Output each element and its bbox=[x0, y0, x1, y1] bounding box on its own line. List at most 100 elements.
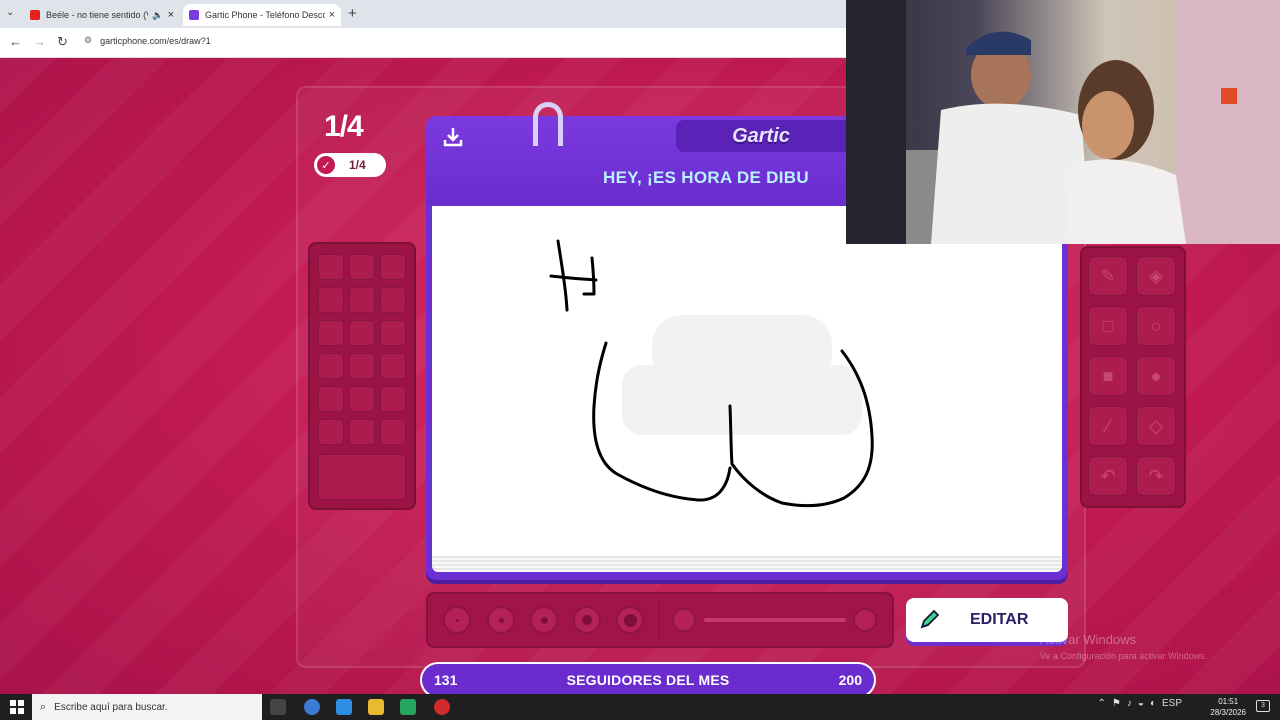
color-swatch[interactable] bbox=[380, 320, 406, 346]
back-arrow-icon[interactable]: ← bbox=[9, 34, 22, 49]
color-swatch[interactable] bbox=[349, 386, 375, 412]
color-swatch[interactable] bbox=[318, 254, 344, 280]
close-tab-icon[interactable]: × bbox=[168, 9, 174, 21]
search-icon: ⌕ bbox=[40, 700, 47, 713]
new-tab-plus-icon[interactable]: + bbox=[348, 5, 357, 22]
brush-size-2[interactable] bbox=[487, 606, 515, 634]
round-progress-pill: ✓ 1/4 bbox=[314, 153, 386, 177]
brush-size-3[interactable] bbox=[530, 606, 558, 634]
obs-icon[interactable] bbox=[434, 699, 450, 715]
opacity-slider-handle[interactable] bbox=[853, 608, 877, 632]
opacity-slider-track[interactable] bbox=[704, 618, 846, 622]
redo-icon[interactable]: ↷ bbox=[1136, 456, 1176, 496]
clip-decoration bbox=[533, 102, 563, 146]
activate-windows-watermark: Activar Windows Ve a Configuración para … bbox=[1040, 632, 1207, 661]
check-icon: ✓ bbox=[317, 156, 335, 174]
user-drawing bbox=[549, 239, 874, 508]
rectangle-tool-icon[interactable]: □ bbox=[1088, 306, 1128, 346]
activate-windows-subtitle: Ve a Configuración para activar Windows. bbox=[1040, 651, 1208, 661]
webcam-people-image bbox=[846, 0, 1280, 244]
file-explorer-icon[interactable] bbox=[368, 699, 384, 715]
color-swatch[interactable] bbox=[349, 320, 375, 346]
color-swatch[interactable] bbox=[380, 386, 406, 412]
ellipse-tool-icon[interactable]: ○ bbox=[1136, 306, 1176, 346]
tab-search-chevron-icon[interactable]: ⌄ bbox=[6, 7, 14, 18]
browser-tab-strip: ⌄ Beéle - no tiene sentido (Vi 🔈 × Garti… bbox=[0, 0, 846, 28]
color-swatch[interactable] bbox=[318, 320, 344, 346]
brush-size-5[interactable] bbox=[616, 606, 644, 634]
reload-icon[interactable]: ↻ bbox=[57, 34, 68, 50]
network-icon[interactable]: ⚑ bbox=[1112, 698, 1121, 709]
tab-youtube[interactable]: Beéle - no tiene sentido (Vi 🔈 × bbox=[24, 4, 180, 26]
tool-panel: ✎ ◈ □ ○ ■ ● ∕ ◇ ↶ ↷ bbox=[1080, 246, 1186, 508]
task-view-icon[interactable] bbox=[270, 699, 286, 715]
search-placeholder: Escribe aquí para buscar. bbox=[54, 701, 168, 713]
brush-size-1[interactable] bbox=[443, 606, 471, 634]
color-swatch[interactable] bbox=[380, 254, 406, 280]
site-info-icon[interactable]: ⚙ bbox=[84, 35, 92, 46]
color-swatch[interactable] bbox=[380, 353, 406, 379]
download-icon[interactable] bbox=[442, 126, 464, 148]
notification-count: 3 bbox=[1261, 702, 1265, 709]
tab-gartic[interactable]: Gartic Phone - Teléfono Descor × bbox=[183, 4, 341, 26]
color-swatch[interactable] bbox=[318, 287, 344, 313]
followers-label: SEGUIDORES DEL MES bbox=[566, 672, 730, 688]
opacity-min-knob bbox=[672, 608, 696, 632]
round-counter: 1/4 bbox=[324, 110, 364, 143]
close-tab-icon[interactable]: × bbox=[329, 9, 335, 21]
volume-icon[interactable]: ◐ bbox=[1150, 698, 1156, 709]
taskbar-search-field[interactable]: ⌕ Escribe aquí para buscar. bbox=[32, 694, 262, 720]
color-swatch[interactable] bbox=[318, 419, 344, 445]
tab-title: Beéle - no tiene sentido (Vi bbox=[46, 10, 149, 20]
controls-divider bbox=[658, 600, 660, 640]
tray-chevron-icon[interactable]: ⌃ bbox=[1098, 698, 1106, 709]
followers-goal: 200 bbox=[838, 672, 862, 688]
clock-time: 01:51 bbox=[1218, 697, 1239, 706]
clock-date: 28/3/2026 bbox=[1210, 708, 1246, 717]
edit-button-label: EDITAR bbox=[970, 611, 1029, 628]
speaker-icon[interactable]: 🔈 bbox=[152, 10, 163, 21]
color-swatch[interactable] bbox=[318, 353, 344, 379]
address-bar: ← → ↻ ⚙ garticphone.com/es/draw?1 bbox=[0, 28, 846, 58]
brush-size-4[interactable] bbox=[573, 606, 601, 634]
color-swatch[interactable] bbox=[349, 353, 375, 379]
youtube-favicon-icon bbox=[30, 10, 40, 20]
webcam-overlay bbox=[846, 0, 1280, 244]
url-field[interactable]: ⚙ garticphone.com/es/draw?1 bbox=[84, 35, 211, 46]
windows-start-icon[interactable] bbox=[10, 700, 24, 714]
gartic-favicon-icon bbox=[189, 10, 199, 20]
color-swatch[interactable] bbox=[349, 254, 375, 280]
color-swatch[interactable] bbox=[349, 287, 375, 313]
notification-center-icon[interactable]: 3 bbox=[1256, 700, 1270, 712]
logo-text: Gartic bbox=[732, 124, 790, 147]
system-tray: ⌃ ⚑ ♪ ◒ ◐ ESP bbox=[1098, 698, 1182, 709]
undo-icon[interactable]: ↶ bbox=[1088, 456, 1128, 496]
filled-rectangle-tool-icon[interactable]: ■ bbox=[1088, 356, 1128, 396]
url-text: garticphone.com/es/draw?1 bbox=[100, 35, 211, 46]
fill-bucket-tool-icon[interactable]: ◇ bbox=[1136, 406, 1176, 446]
gartic-logo: Gartic bbox=[676, 120, 846, 152]
filled-ellipse-tool-icon[interactable]: ● bbox=[1136, 356, 1176, 396]
pencil-icon bbox=[920, 609, 940, 629]
color-swatch[interactable] bbox=[380, 419, 406, 445]
pencil-tool-icon[interactable]: ✎ bbox=[1088, 256, 1128, 296]
microphone-icon[interactable]: ♪ bbox=[1127, 698, 1132, 709]
store-icon[interactable] bbox=[400, 699, 416, 715]
followers-goal-bar: 131 SEGUIDORES DEL MES 200 bbox=[420, 662, 876, 698]
followers-current: 131 bbox=[434, 672, 458, 688]
color-swatch[interactable] bbox=[380, 287, 406, 313]
language-indicator[interactable]: ESP bbox=[1162, 698, 1182, 709]
taskbar-clock[interactable]: 01:51 28/3/2026 bbox=[1210, 696, 1246, 718]
forward-arrow-icon[interactable]: → bbox=[33, 34, 46, 49]
color-swatch[interactable] bbox=[318, 386, 344, 412]
eraser-tool-icon[interactable]: ◈ bbox=[1136, 256, 1176, 296]
copilot-icon[interactable] bbox=[336, 699, 352, 715]
draw-prompt-headline: HEY, ¡ES HORA DE DIBU bbox=[603, 168, 809, 187]
chrome-icon[interactable] bbox=[304, 699, 320, 715]
wifi-icon[interactable]: ◒ bbox=[1138, 698, 1144, 709]
current-color-swatch[interactable] bbox=[318, 454, 406, 500]
color-palette bbox=[308, 242, 416, 510]
color-swatch[interactable] bbox=[349, 419, 375, 445]
windows-taskbar: ⌕ Escribe aquí para buscar. ⌃ ⚑ ♪ ◒ ◐ ES… bbox=[0, 694, 1280, 720]
line-tool-icon[interactable]: ∕ bbox=[1088, 406, 1128, 446]
